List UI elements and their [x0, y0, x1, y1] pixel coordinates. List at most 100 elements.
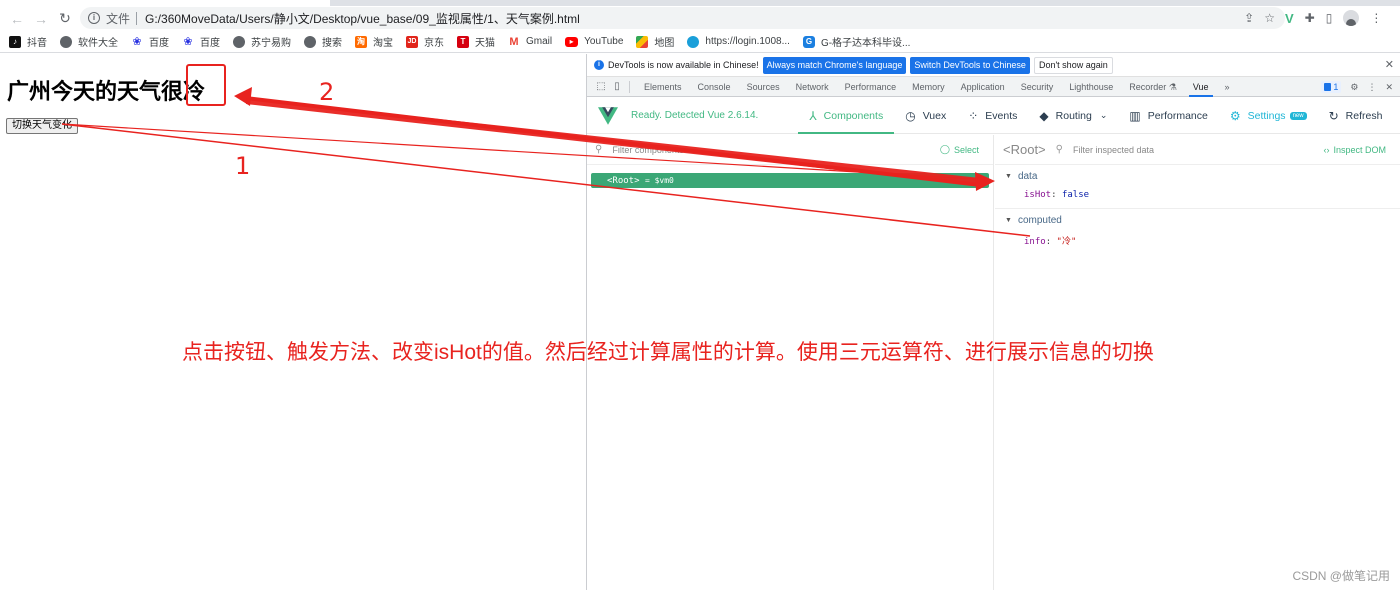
bookmark-star-icon[interactable]: ☆ — [1264, 11, 1275, 25]
forward-button[interactable]: → — [29, 8, 53, 30]
property-value[interactable]: false — [1062, 190, 1089, 200]
bookmark-item[interactable]: ▸ YouTube — [565, 36, 623, 47]
tab-memory[interactable]: Memory — [904, 77, 953, 97]
history-icon: ◷ — [905, 108, 916, 123]
tab-performance[interactable]: Performance — [837, 77, 905, 97]
china-mobile-icon — [687, 35, 700, 48]
tab-lighthouse[interactable]: Lighthouse — [1061, 77, 1121, 97]
annotation-step-2: 2 — [319, 78, 335, 106]
share-icon[interactable]: ⇪ — [1244, 11, 1254, 25]
target-icon: ◯ — [939, 144, 950, 154]
vue-devtools-header: Ready. Detected Vue 2.6.14. ⅄ Components … — [587, 98, 1400, 134]
tab-sources[interactable]: Sources — [739, 77, 788, 97]
always-match-language-button[interactable]: Always match Chrome's language — [762, 56, 907, 74]
bookmark-label: 百度 — [149, 38, 169, 49]
data-section: ▼ data isHot: false — [995, 165, 1400, 209]
select-component-button[interactable]: ◯ Select — [940, 144, 979, 155]
side-panel-icon[interactable]: ▯ — [1326, 11, 1333, 25]
bookmark-item[interactable]: https://login.1008... — [687, 35, 790, 48]
issues-badge[interactable]: 1 — [1321, 81, 1342, 93]
expand-triangle-icon: ▼ — [1005, 217, 1012, 224]
profile-avatar[interactable] — [1343, 10, 1360, 26]
bookmark-label: 苏宁易购 — [251, 38, 291, 49]
bookmark-label: Gmail — [526, 36, 553, 47]
bookmark-item[interactable]: G G-格子达本科毕设... — [802, 34, 911, 49]
globe-icon — [60, 35, 72, 48]
menu-kebab-icon[interactable]: ⋮ — [1370, 11, 1382, 25]
filter-inspected-data-input[interactable]: Filter inspected data — [1073, 145, 1154, 155]
bookmark-item[interactable]: ❀ 百度 — [131, 34, 169, 49]
inspect-element-icon[interactable]: ⬚ — [593, 77, 609, 97]
toggle-weather-button[interactable]: 切换天气变化 — [6, 118, 78, 134]
nav-refresh[interactable]: ↻ Refresh — [1318, 98, 1394, 134]
bookmark-label: https://login.1008... — [705, 36, 790, 47]
close-icon[interactable]: ✕ — [1385, 58, 1394, 71]
nav-label: Vuex — [922, 109, 947, 122]
data-section-toggle[interactable]: ▼ data — [1005, 171, 1400, 182]
reload-button[interactable]: ↻ — [53, 8, 77, 30]
baidu-icon: ❀ — [132, 36, 142, 48]
settings-gear-icon[interactable]: ⚙ — [1350, 82, 1358, 93]
tab-application[interactable]: Application — [953, 77, 1013, 97]
url-text[interactable]: G:/360MoveData/Users/静小文/Desktop/vue_bas… — [145, 10, 580, 27]
nav-components[interactable]: ⅄ Components — [798, 98, 895, 134]
annotation-explanation: 点击按钮、触发方法、改变isHot的值。然后经过计算属性的计算。使用三元运算符、… — [182, 341, 1154, 364]
vue-devtools-extension-icon[interactable]: V — [1285, 11, 1294, 26]
more-tabs-icon[interactable]: » — [1217, 77, 1238, 97]
info-icon[interactable]: i — [88, 12, 100, 24]
tab-elements[interactable]: Elements — [636, 77, 690, 97]
tab-security[interactable]: Security — [1013, 77, 1062, 97]
omnibox[interactable]: i 文件 G:/360MoveData/Users/静小文/Desktop/vu… — [80, 7, 1285, 29]
nav-label: Events — [985, 109, 1018, 122]
computed-section-toggle[interactable]: ▼ computed — [1005, 215, 1400, 226]
tab-vue[interactable]: Vue — [1185, 77, 1217, 97]
bookmark-item[interactable]: JD 京东 — [406, 34, 444, 49]
inspected-component-label: <Root> — [1003, 142, 1046, 157]
bookmark-item[interactable]: 搜索 — [304, 34, 342, 49]
tab-recorder-label: Recorder — [1129, 81, 1167, 92]
switch-to-chinese-button[interactable]: Switch DevTools to Chinese — [910, 56, 1030, 74]
close-devtools-icon[interactable]: ✕ — [1385, 82, 1393, 93]
bookmark-item[interactable]: M Gmail — [508, 36, 552, 48]
search-icon: ⚲ — [595, 144, 603, 155]
computed-property-row[interactable]: info: "冷" — [1005, 234, 1400, 247]
component-tree-root-row[interactable]: <Root> = $vm0 — [591, 173, 989, 188]
section-title: computed — [1017, 215, 1062, 226]
computed-section: ▼ computed info: "冷" — [995, 209, 1400, 255]
issues-count: 1 — [1333, 82, 1339, 92]
tab-console[interactable]: Console — [690, 77, 739, 97]
bookmark-item[interactable]: 软件大全 — [60, 34, 118, 49]
nav-routing[interactable]: ◆ Routing ⌄ — [1028, 98, 1118, 134]
dont-show-again-button[interactable]: Don't show again — [1033, 56, 1113, 74]
property-value: "冷" — [1056, 237, 1077, 247]
device-toolbar-icon[interactable]: ▯ — [609, 77, 625, 97]
tab-recorder[interactable]: Recorder ⚗ — [1121, 77, 1185, 97]
nav-settings[interactable]: ⚙ Settings new — [1219, 98, 1318, 134]
bookmark-label: G-格子达本科毕设... — [820, 38, 911, 49]
back-button[interactable]: ← — [5, 8, 29, 30]
weather-heading: 广州今天的天气很冷 — [7, 79, 206, 104]
code-brackets-icon: ‹› — [1323, 144, 1330, 155]
nav-performance[interactable]: ▥ Performance — [1118, 98, 1218, 134]
inspect-dom-button[interactable]: ‹› Inspect DOM — [1323, 145, 1386, 155]
routing-sign-icon: ◆ — [1039, 108, 1049, 123]
extensions-puzzle-icon[interactable]: ✚ — [1305, 11, 1315, 25]
nav-vuex[interactable]: ◷ Vuex — [894, 98, 957, 134]
nav-events[interactable]: ⁘ Events — [957, 98, 1028, 134]
tab-network[interactable]: Network — [788, 77, 837, 97]
url-separator — [136, 11, 138, 25]
bookmark-item[interactable]: ❀ 百度 — [182, 34, 220, 49]
bookmark-item[interactable]: 地图 — [636, 34, 674, 49]
bookmark-item[interactable]: 苏宁易购 — [233, 34, 291, 49]
filter-components-input[interactable]: Filter components — [612, 145, 684, 155]
flask-icon: ⚗ — [1168, 81, 1177, 92]
devtools-menu-icon[interactable]: ⋮ — [1367, 82, 1376, 93]
property-key: info — [1024, 237, 1046, 247]
bookmark-item[interactable]: ♪ 抖音 — [9, 34, 47, 49]
section-title: data — [1017, 171, 1038, 182]
bookmark-item[interactable]: T 天猫 — [457, 34, 495, 49]
bookmark-item[interactable]: 淘淘宝 — [355, 34, 393, 49]
data-property-row[interactable]: isHot: false — [1005, 190, 1400, 200]
root-vm-label: = $vm0 — [644, 176, 674, 185]
devtools-panel: i DevTools is now available in Chinese! … — [587, 54, 1400, 590]
